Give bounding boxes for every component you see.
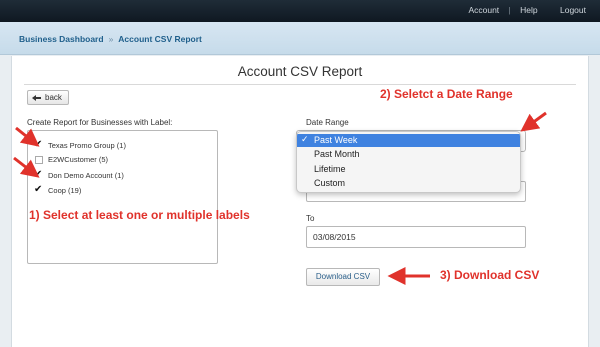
annotation-arrow-icon (15, 126, 40, 147)
annotation-arrow-icon (520, 111, 547, 132)
annotation-step3: 3) Download CSV (440, 268, 540, 282)
annotation-step2: 2) Seletct a Date Range (380, 87, 513, 101)
annotation-arrow-icon (13, 156, 40, 178)
annotation-step1: 1) Select at least one or multiple label… (29, 208, 250, 222)
annotation-arrows (13, 111, 547, 285)
